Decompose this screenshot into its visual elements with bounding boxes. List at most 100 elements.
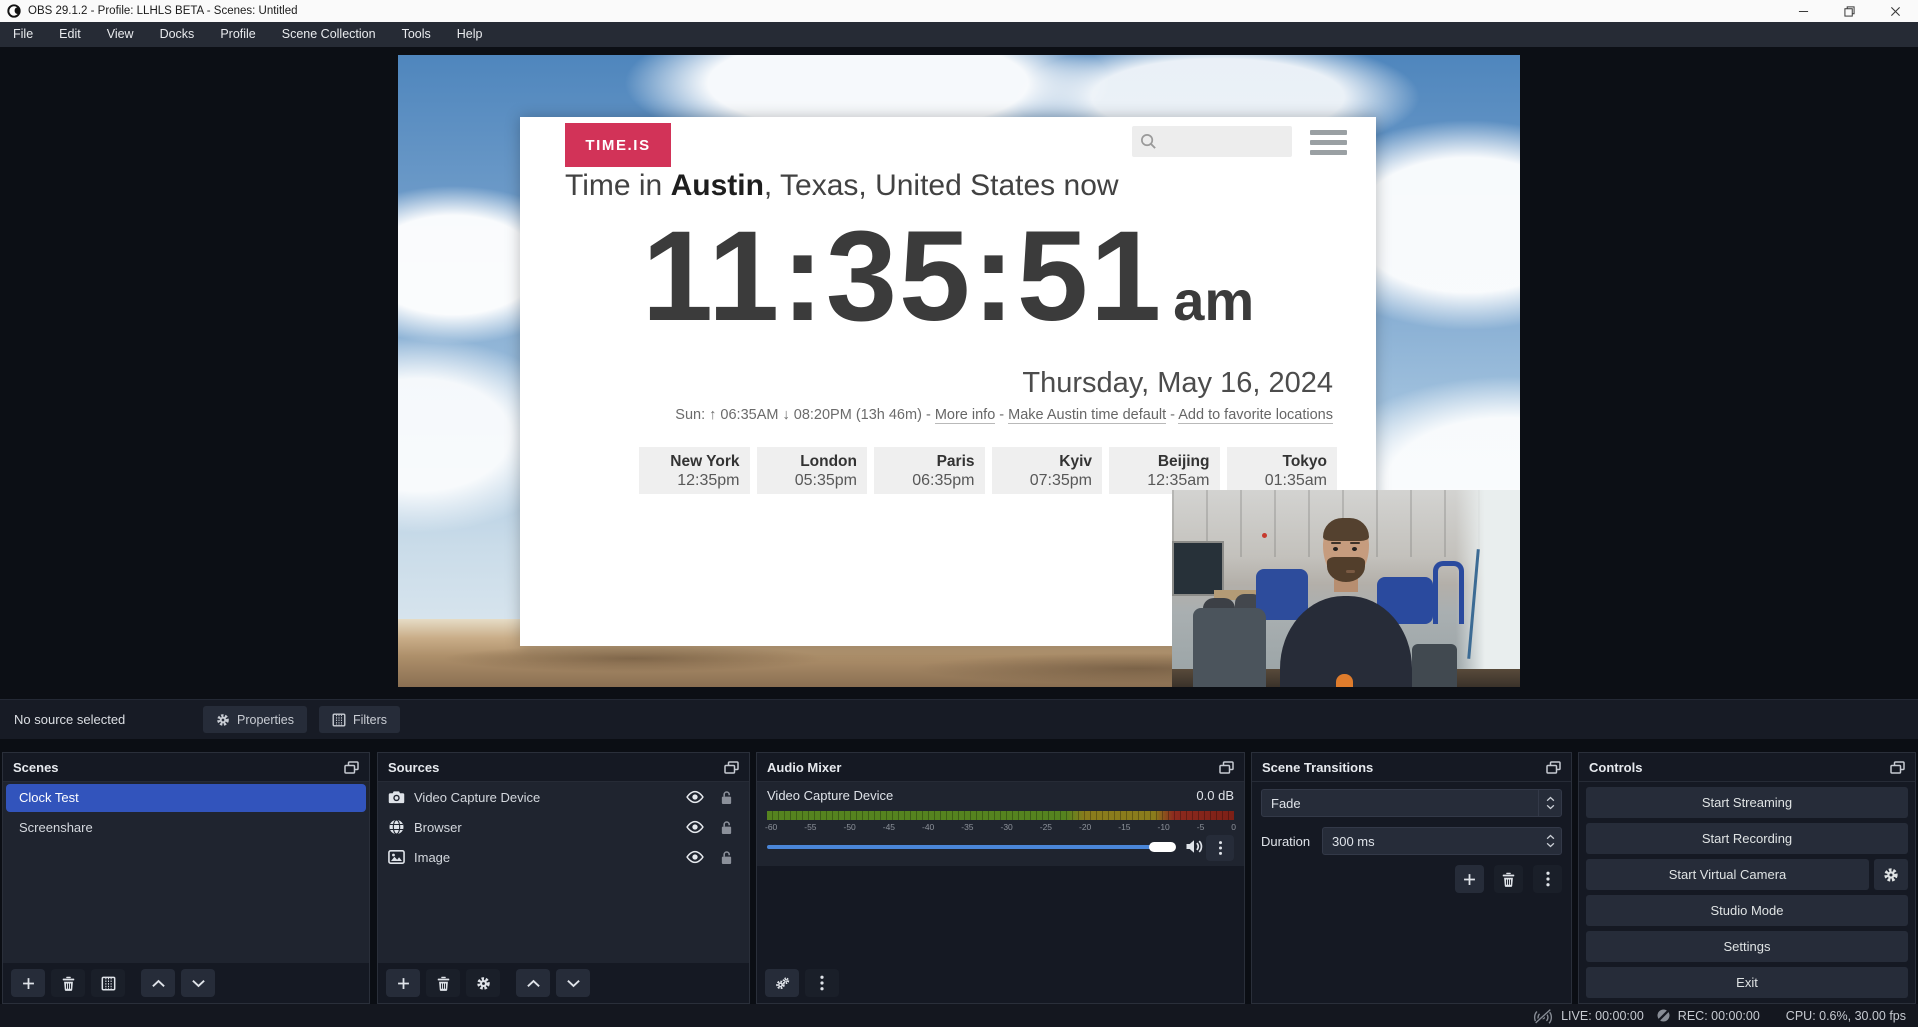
window-title: OBS 29.1.2 - Profile: LLHLS BETA - Scene…: [28, 5, 298, 17]
lock-icon[interactable]: [720, 790, 733, 805]
city-name: Beijing: [1109, 453, 1210, 471]
source-properties-button[interactable]: [466, 969, 500, 997]
settings-button[interactable]: Settings: [1586, 931, 1908, 962]
visibility-eye-icon[interactable]: [685, 850, 705, 864]
plus-icon: [1462, 872, 1477, 887]
duration-label: Duration: [1261, 834, 1322, 849]
start-recording-button[interactable]: Start Recording: [1586, 823, 1908, 854]
mixer-channel-video-capture: Video Capture Device 0.0 dB -60 -55 -50 …: [757, 782, 1244, 866]
menu-edit[interactable]: Edit: [46, 22, 94, 47]
visibility-eye-icon[interactable]: [685, 790, 705, 804]
mixer-menu-button[interactable]: [805, 969, 839, 997]
sources-panel-header: Sources: [378, 753, 749, 782]
source-row-browser[interactable]: Browser: [378, 812, 749, 842]
sources-panel-title: Sources: [388, 760, 439, 775]
trash-icon: [436, 976, 451, 991]
advanced-audio-button[interactable]: [765, 969, 799, 997]
chevron-down-icon: [566, 976, 581, 991]
lock-icon[interactable]: [720, 850, 733, 865]
studio-mode-button[interactable]: Studio Mode: [1586, 895, 1908, 926]
menu-view[interactable]: View: [94, 22, 147, 47]
visibility-eye-icon[interactable]: [685, 820, 705, 834]
popout-icon: [344, 761, 359, 774]
transition-options-button[interactable]: [1533, 865, 1562, 893]
scenes-panel-header: Scenes: [3, 753, 369, 782]
heading-prefix: Time in: [565, 169, 671, 202]
scene-item-screenshare[interactable]: Screenshare: [6, 814, 366, 842]
mixer-options-button[interactable]: [1206, 835, 1234, 861]
menu-file[interactable]: File: [0, 22, 46, 47]
separator: -: [922, 407, 935, 423]
minimize-icon: [1798, 6, 1809, 17]
remove-transition-button[interactable]: [1494, 865, 1523, 893]
video-capture-source-webcam[interactable]: [1172, 490, 1520, 687]
scale-tick: -55: [804, 822, 816, 832]
lock-icon[interactable]: [720, 820, 733, 835]
filters-button[interactable]: Filters: [319, 706, 400, 733]
scene-transitions-panel: Scene Transitions Fade Duration 300 ms: [1251, 752, 1572, 1004]
person-eyebrow: [1350, 542, 1360, 545]
start-streaming-button[interactable]: Start Streaming: [1586, 787, 1908, 818]
timeis-date: Thursday, May 16, 2024: [1022, 367, 1333, 400]
duration-spinner[interactable]: 300 ms: [1322, 827, 1562, 855]
source-row-video-capture[interactable]: Video Capture Device: [378, 782, 749, 812]
preview-canvas[interactable]: TIME.IS Time in Austin, Texas, United St…: [398, 55, 1520, 687]
scene-move-down-button[interactable]: [181, 969, 215, 997]
city-box-kyiv: Kyiv07:35pm: [992, 447, 1103, 494]
popout-icon: [724, 761, 739, 774]
remove-scene-button[interactable]: [51, 969, 85, 997]
filter-icon: [332, 713, 346, 727]
restore-button[interactable]: [1826, 0, 1872, 22]
spinner-caret: [1539, 834, 1561, 848]
rec-status: REC: 00:00:00: [1656, 1008, 1760, 1023]
image-icon: [388, 849, 405, 865]
separator: -: [995, 407, 1008, 423]
close-button[interactable]: [1872, 0, 1918, 22]
source-move-up-button[interactable]: [516, 969, 550, 997]
scene-move-up-button[interactable]: [141, 969, 175, 997]
timeis-sun-info: Sun: ↑ 06:35AM ↓ 08:20PM (13h 46m) - Mor…: [675, 407, 1333, 423]
cpu-fps-status: CPU: 0.6%, 30.00 fps: [1786, 1009, 1906, 1023]
start-virtual-camera-button[interactable]: Start Virtual Camera: [1586, 859, 1869, 890]
source-label: Browser: [414, 820, 462, 835]
webcam-foreground-chair: [1412, 644, 1457, 687]
scale-tick: -30: [1001, 822, 1013, 832]
close-icon: [1890, 6, 1901, 17]
duration-row: Duration 300 ms: [1261, 827, 1562, 855]
scene-item-clock-test[interactable]: Clock Test: [6, 784, 366, 812]
obs-logo-icon: [7, 4, 21, 18]
transitions-buttons: [1455, 865, 1562, 893]
add-transition-button[interactable]: [1455, 865, 1484, 893]
desert-dune-shadow: [443, 645, 824, 672]
remove-source-button[interactable]: [426, 969, 460, 997]
add-scene-button[interactable]: [11, 969, 45, 997]
city-name: Paris: [874, 453, 975, 471]
exit-button[interactable]: Exit: [1586, 967, 1908, 998]
speaker-icon[interactable]: [1185, 838, 1204, 855]
dots-vertical-icon: [1545, 871, 1551, 887]
properties-button[interactable]: Properties: [203, 706, 307, 733]
virtual-camera-settings-button[interactable]: [1874, 859, 1908, 890]
volume-slider-handle[interactable]: [1149, 842, 1176, 852]
source-move-down-button[interactable]: [556, 969, 590, 997]
webcam-blue-arch: [1433, 561, 1464, 624]
menu-docks[interactable]: Docks: [147, 22, 208, 47]
sources-toolbar: [378, 963, 749, 1003]
minimize-button[interactable]: [1780, 0, 1826, 22]
scene-filters-button[interactable]: [91, 969, 125, 997]
transition-select[interactable]: Fade: [1261, 789, 1562, 817]
menu-help[interactable]: Help: [444, 22, 496, 47]
popout-icon: [1546, 761, 1561, 774]
menu-tools[interactable]: Tools: [389, 22, 444, 47]
source-row-image[interactable]: Image: [378, 842, 749, 872]
double-gear-icon: [775, 976, 790, 991]
add-source-button[interactable]: [386, 969, 420, 997]
controls-body: Start Streaming Start Recording Start Vi…: [1579, 782, 1915, 1003]
timeis-clock: 11:35:51am: [520, 213, 1376, 341]
source-label: Image: [414, 850, 450, 865]
mixer-channel-name: Video Capture Device: [767, 788, 893, 803]
volume-slider[interactable]: [767, 845, 1167, 849]
menu-profile[interactable]: Profile: [207, 22, 268, 47]
gear-icon: [476, 976, 491, 991]
menu-scene-collection[interactable]: Scene Collection: [269, 22, 389, 47]
